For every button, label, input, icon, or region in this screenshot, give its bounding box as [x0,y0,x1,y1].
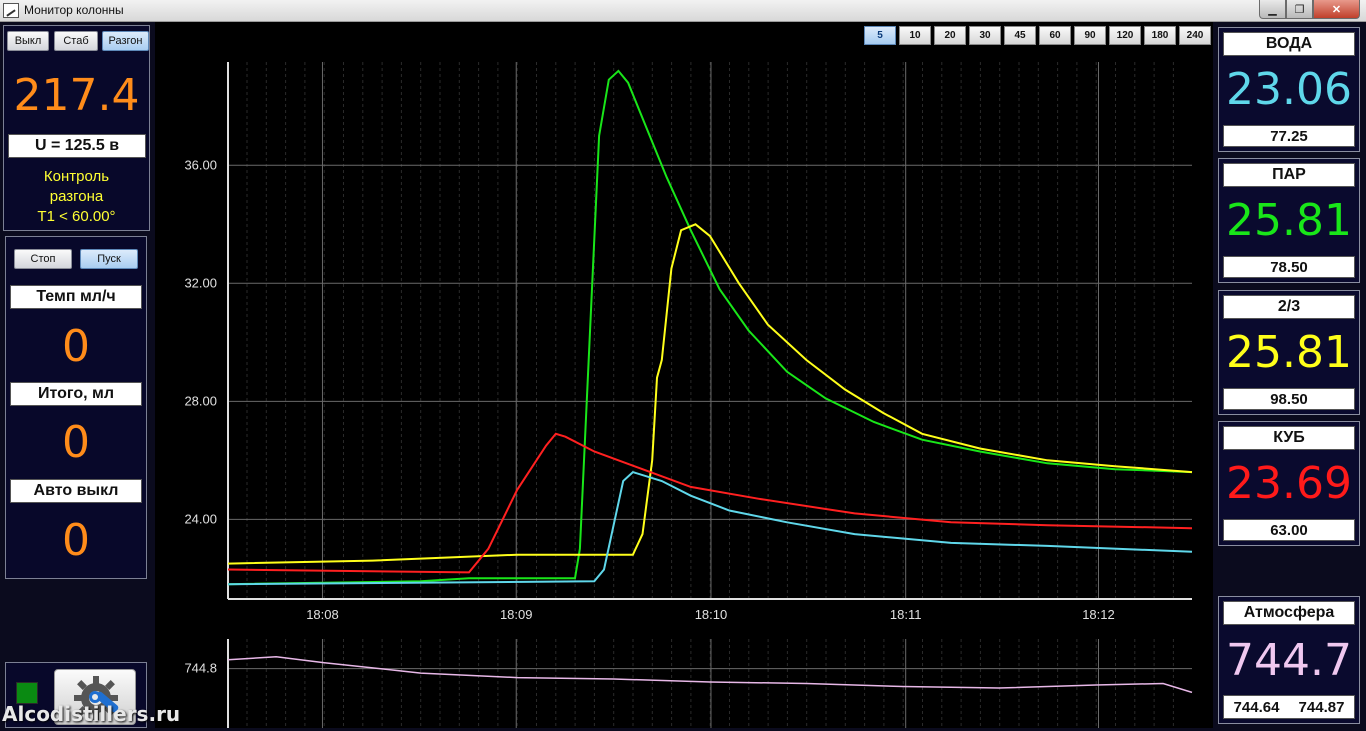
control-line-3: T1 < 60.00° [37,208,116,225]
sensor-setpoint: 78.50 [1223,256,1355,278]
sensor-title: ВОДА [1223,32,1355,56]
y-tick-label: 36.00 [184,157,217,172]
close-button[interactable]: ✕ [1313,0,1360,19]
total-label: Итого, мл [10,382,142,406]
sensor-setpoint: 98.50 [1223,388,1355,410]
rate-label: Темп мл/ч [10,285,142,309]
main-power-value: 217.4 [13,70,140,121]
x-tick-label: 18:11 [890,607,922,622]
atm-value: 744.7 [1226,635,1352,686]
voltage-display: U = 125.5 в [8,134,146,158]
dosing-panel: Стоп Пуск Темп мл/ч 0 Итого, мл 0 Авто в… [5,236,147,579]
total-value: 0 [62,417,90,468]
start-button[interactable]: Пуск [80,249,138,269]
status-indicator [16,682,38,704]
y-tick-label: 32.00 [184,275,217,290]
sensor-value: 23.06 [1226,64,1352,115]
mode-off-button[interactable]: Выкл [7,31,49,51]
window-title: Монитор колонны [24,3,124,17]
stop-button[interactable]: Стоп [14,249,72,269]
control-text: Контроль разгона T1 < 60.00° [4,167,149,227]
sensor-title: КУБ [1223,426,1355,450]
rate-value: 0 [62,321,90,372]
atm-min: 744.64 [1233,698,1280,716]
atm-max: 744.87 [1298,698,1345,716]
auto-off-value: 0 [62,515,90,566]
mode-boost-button[interactable]: Разгон [102,31,149,51]
pressure-tick-label: 744.8 [184,661,217,676]
sensor-value: 23.69 [1226,458,1352,509]
mode-panel: Выкл Стаб Разгон 217.4 U = 125.5 в Контр… [3,25,150,231]
x-tick-label: 18:08 [306,607,339,622]
sensor-card-2: 2/3 25.81 98.50 [1218,290,1360,415]
sensor-card-3: КУБ 23.69 63.00 [1218,421,1360,546]
atm-title: Атмосфера [1223,601,1355,625]
sensor-setpoint: 77.25 [1223,125,1355,147]
y-tick-label: 24.00 [184,511,217,526]
sensor-card-1: ПАР 25.81 78.50 [1218,158,1360,283]
y-tick-label: 28.00 [184,393,217,408]
x-tick-label: 18:12 [1082,607,1115,622]
x-tick-label: 18:09 [500,607,533,622]
auto-off-label: Авто выкл [10,479,142,503]
app-icon [3,3,19,18]
temperature-chart: 18:08 18:09 18:10 18:11 18:12 24.00 28.00 32.00… [184,62,1193,728]
sensor-card-0: ВОДА 23.06 77.25 [1218,27,1360,152]
sensor-title: ПАР [1223,163,1355,187]
sensor-title: 2/3 [1223,295,1355,319]
watermark: Alcodistillers.ru [2,702,181,726]
sensor-value: 25.81 [1226,327,1352,378]
x-tick-label: 18:10 [695,607,728,622]
maximize-button[interactable]: ❐ [1286,0,1313,19]
minimize-button[interactable]: ▁ [1259,0,1286,19]
mode-stab-button[interactable]: Стаб [54,31,98,51]
atm-card: Атмосфера 744.7 744.64 744.87 [1218,596,1360,724]
chart-area: 5 10 20 30 45 60 90 120 180 240 18:08 18:09 18:10 18… [155,22,1213,728]
control-line-2: разгона [49,188,104,205]
atm-minmax: 744.64 744.87 [1223,695,1355,719]
sensor-setpoint: 63.00 [1223,519,1355,541]
sensor-value: 25.81 [1226,195,1352,246]
window-titlebar: Монитор колонны ▁ ❐ ✕ [0,0,1366,22]
control-line-1: Контроль [43,168,110,185]
